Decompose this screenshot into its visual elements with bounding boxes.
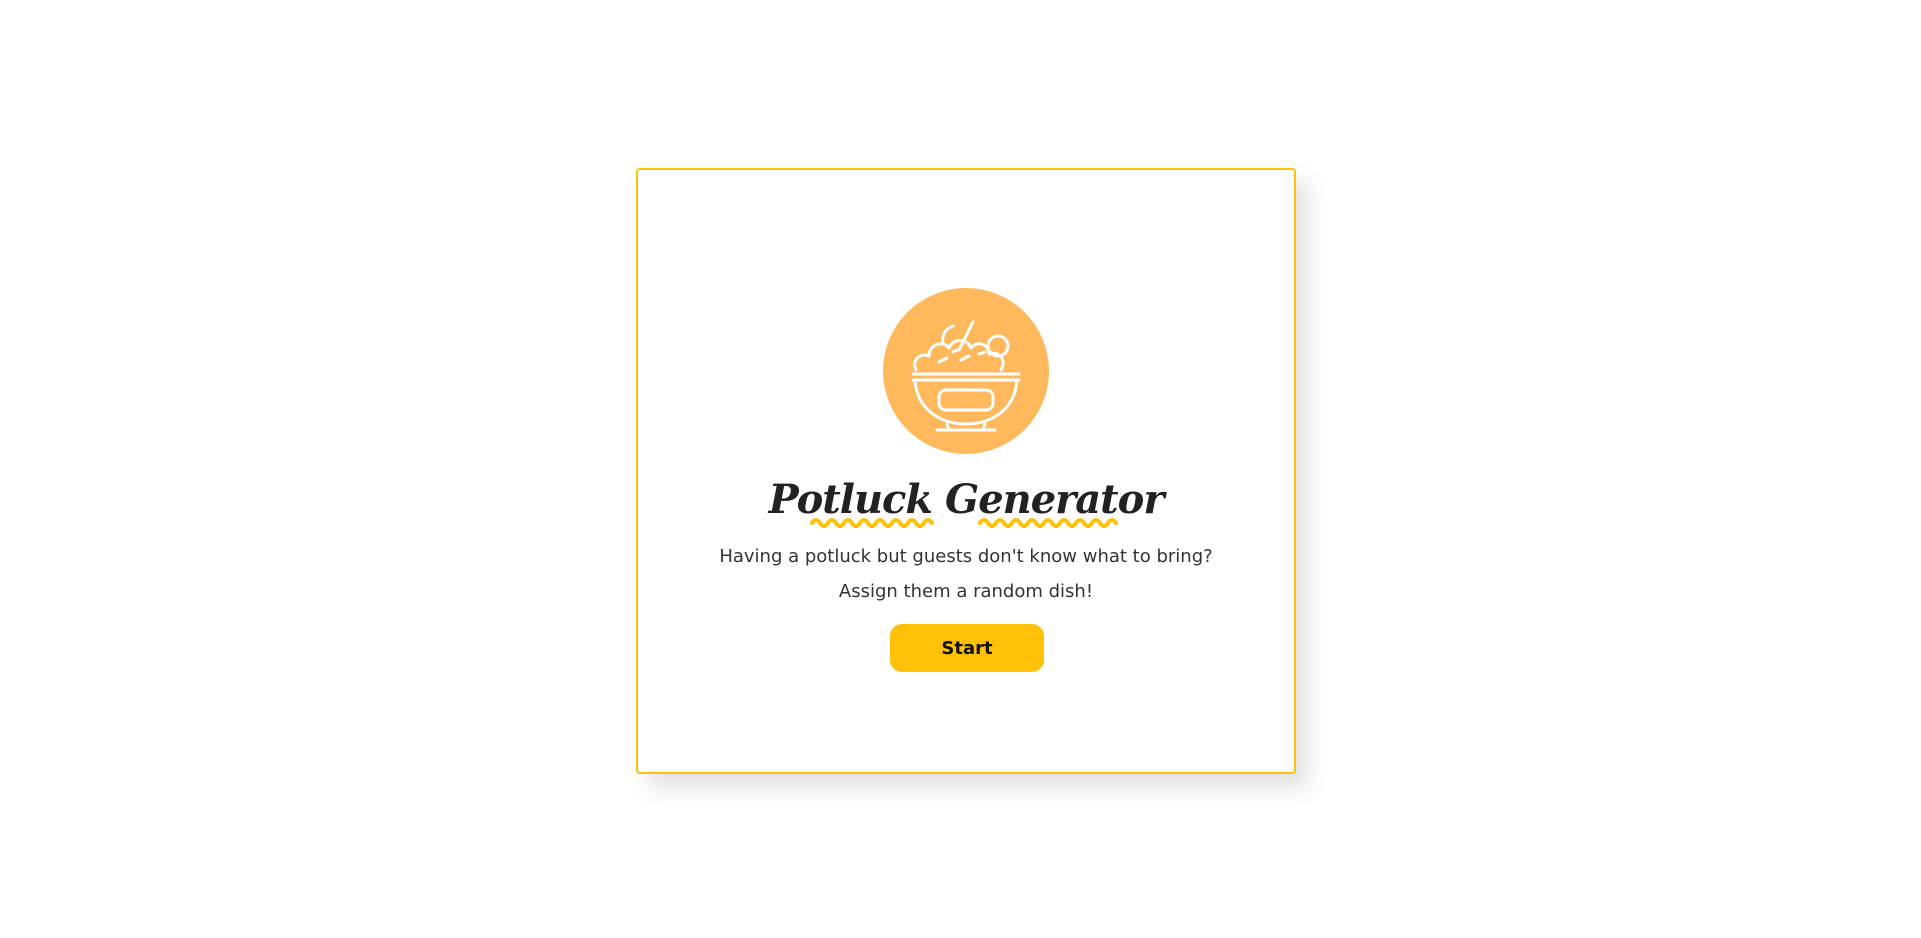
welcome-card: Potluck Generator Having a potluck but g… <box>636 168 1296 774</box>
title-wavy-underline <box>638 516 1294 530</box>
intro-text-line-2: Assign them a random dish! <box>838 581 1094 602</box>
salad-bowl-icon <box>883 288 1049 454</box>
intro-text-line-1: Having a potluck but guests don't know w… <box>719 546 1213 567</box>
page: Potluck Generator Having a potluck but g… <box>0 0 1921 938</box>
wavy-underline-icon <box>810 518 1118 528</box>
start-button[interactable]: Start <box>890 624 1044 672</box>
